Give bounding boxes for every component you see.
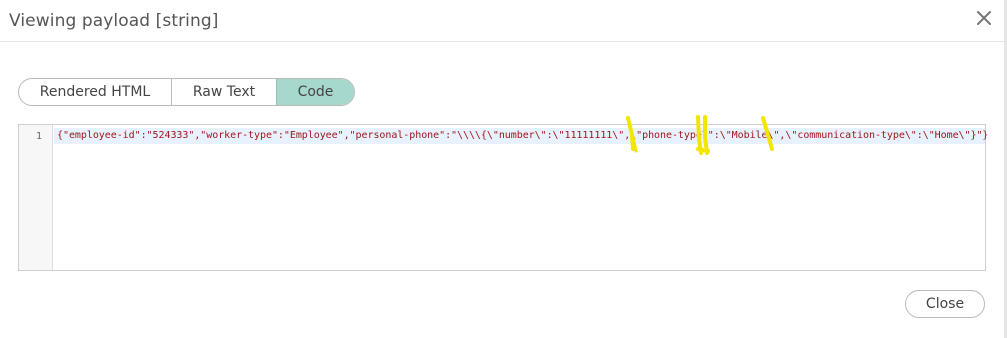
tab-code[interactable]: Code [276, 79, 354, 105]
dialog-title: Viewing payload [string] [9, 11, 219, 31]
line-number: 1 [35, 131, 42, 142]
code-text[interactable]: {"employee-id":"524333","worker-type":"E… [57, 130, 988, 141]
view-mode-tabs: Rendered HTML Raw Text Code [18, 78, 355, 106]
payload-dialog: Viewing payload [string] Rendered HTML R… [0, 0, 1007, 338]
tab-rendered-html[interactable]: Rendered HTML [19, 79, 171, 105]
dialog-header: Viewing payload [string] [0, 0, 1007, 42]
tab-raw-text[interactable]: Raw Text [171, 79, 276, 105]
line-number-gutter: 1 [19, 125, 53, 270]
close-x-icon[interactable] [975, 8, 993, 28]
code-line-highlight: {"employee-id":"524333","worker-type":"E… [54, 128, 988, 144]
close-button[interactable]: Close [905, 290, 985, 318]
code-editor[interactable]: 1 {"employee-id":"524333","worker-type":… [18, 124, 988, 271]
